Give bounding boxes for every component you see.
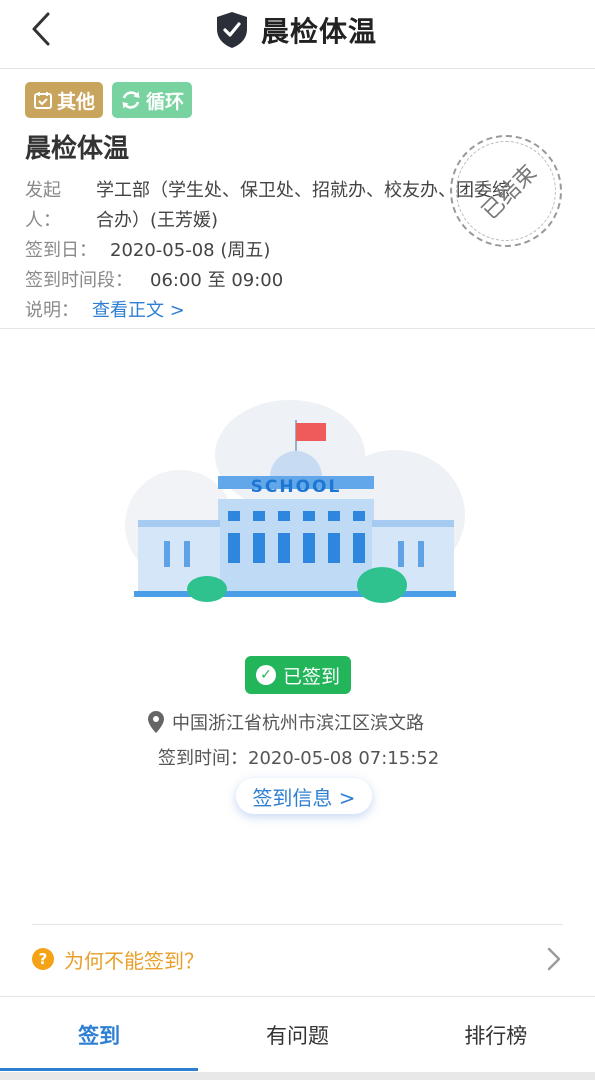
tag-cycle: 循环 <box>112 82 192 118</box>
initiator-label: 发起 <box>25 180 61 201</box>
date-label: 签到日： <box>25 240 97 261</box>
tag-cycle-label: 循环 <box>146 90 185 113</box>
location-row: 中国浙江省杭州市滨江区滨文路 <box>148 708 424 736</box>
tag-other: 其他 <box>25 82 103 118</box>
chevron-left-icon <box>32 12 50 46</box>
signed-status-label: 已签到 <box>282 665 340 688</box>
ended-stamp: 已结束 <box>450 135 562 247</box>
shield-check-icon <box>217 12 247 48</box>
active-tab-indicator <box>0 1068 199 1071</box>
tab-issues-label: 有问题 <box>265 1024 329 1048</box>
tab-issues[interactable]: 有问题 <box>198 997 396 1073</box>
question-icon: ? <box>32 948 54 970</box>
bottom-strip <box>0 1072 595 1080</box>
tab-sign-in-label: 签到 <box>78 1024 121 1048</box>
chevron-right-icon <box>547 947 561 971</box>
location-pin-icon <box>148 711 164 733</box>
school-illustration: SCHOOL <box>125 400 465 603</box>
sign-time: 签到时间：2020-05-08 07:15:52 <box>158 748 440 769</box>
why-cannot-sign-text: 为何不能签到？ <box>64 948 204 973</box>
initiator-label-2: 人： <box>25 210 61 231</box>
sign-info-button[interactable]: 签到信息 > <box>236 778 372 814</box>
period-label: 签到时间段： <box>25 270 133 291</box>
tab-ranking[interactable]: 排行榜 <box>397 997 595 1073</box>
help-divider <box>32 924 563 925</box>
signed-status-badge: ✓ 已签到 <box>245 656 351 694</box>
calendar-check-icon <box>34 92 52 109</box>
tab-sign-in[interactable]: 签到 <box>0 997 199 1073</box>
app-header: 晨检体温 <box>0 0 595 69</box>
back-button[interactable] <box>22 10 62 50</box>
activity-title: 晨检体温 <box>25 134 130 164</box>
check-circle-icon: ✓ <box>255 665 276 685</box>
tag-other-label: 其他 <box>57 90 96 113</box>
section-divider <box>0 328 595 329</box>
location-text: 中国浙江省杭州市滨江区滨文路 <box>172 713 424 734</box>
refresh-icon <box>122 91 140 109</box>
svg-text:SCHOOL: SCHOOL <box>251 477 342 497</box>
initiator-value-2: 合办）(王芳媛) <box>96 210 219 231</box>
tab-ranking-label: 排行榜 <box>464 1024 528 1048</box>
why-cannot-sign-row[interactable]: ? 为何不能签到？ <box>32 938 563 980</box>
page-title: 晨检体温 <box>261 15 378 48</box>
header-title-group: 晨检体温 <box>215 10 377 50</box>
date-value: 2020-05-08 (周五) <box>110 240 271 261</box>
view-content-link[interactable]: 查看正文 > <box>92 296 185 322</box>
description-label: 说明： <box>25 300 79 321</box>
period-value: 06:00 至 09:00 <box>150 270 284 291</box>
bottom-tab-bar: 签到 有问题 排行榜 <box>0 996 595 1073</box>
